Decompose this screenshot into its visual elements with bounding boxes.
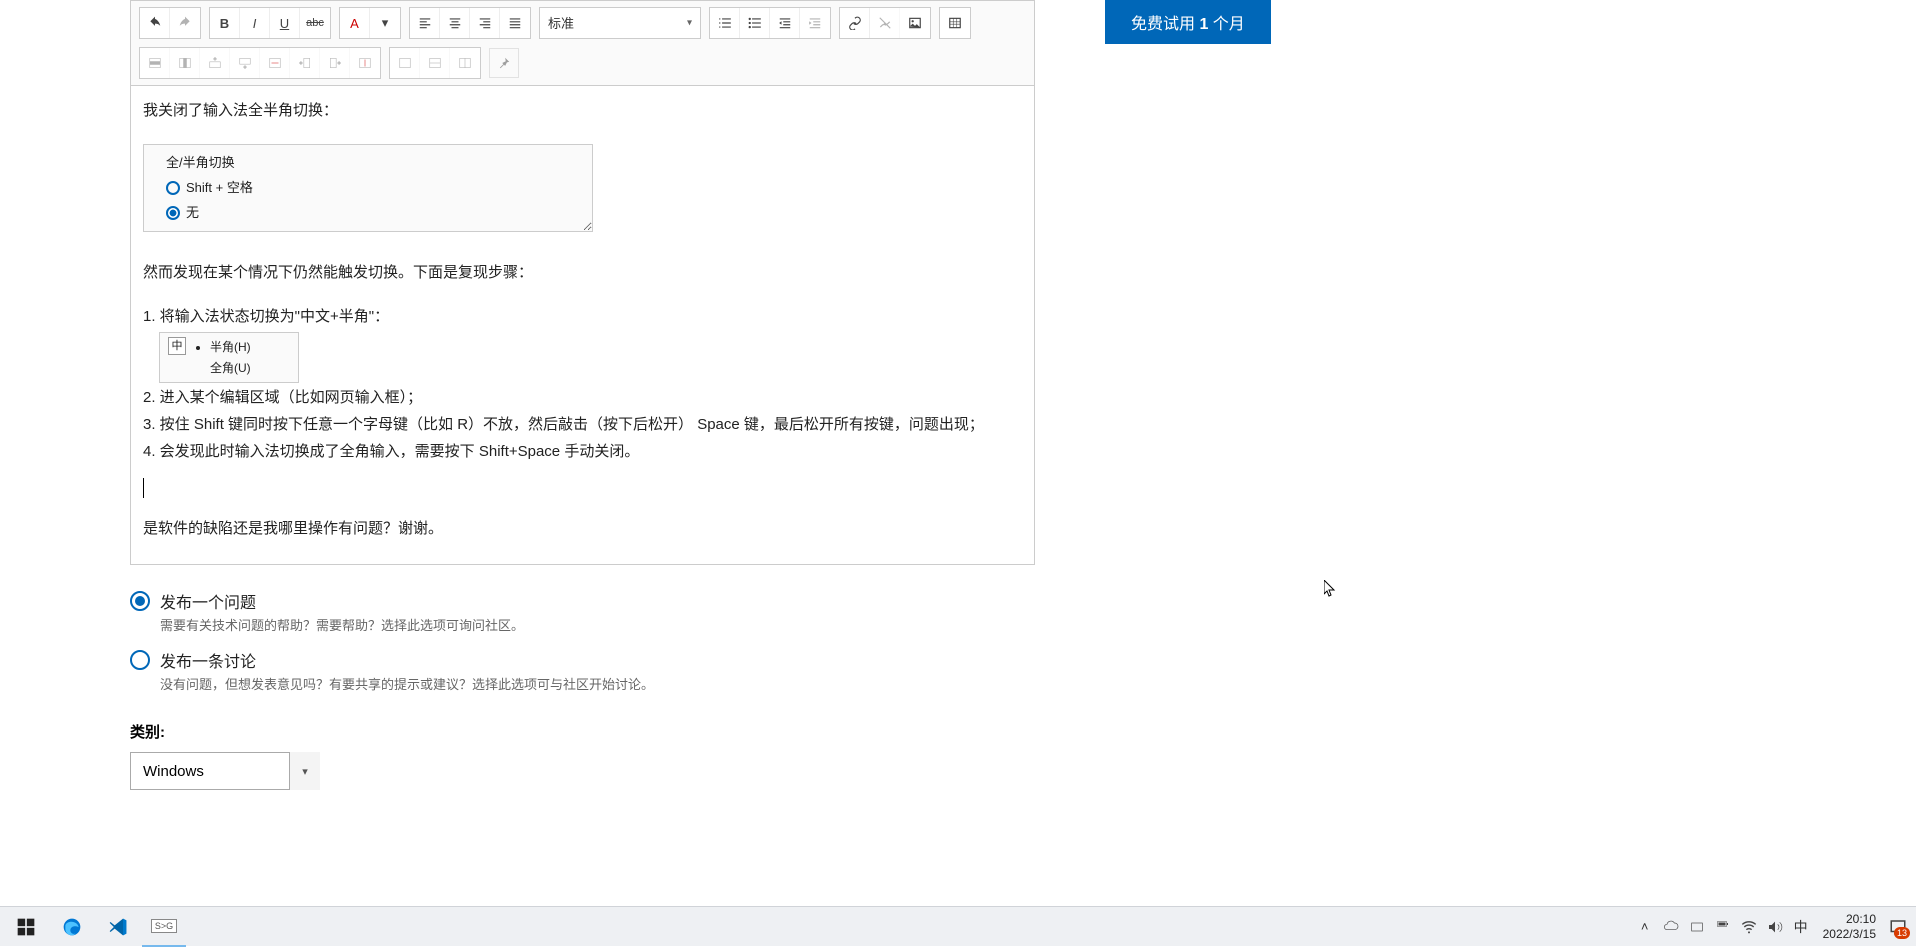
text-line: 1. 将输入法状态切换为"中文+半角"：: [143, 305, 1022, 329]
radio-unchecked-icon: [166, 181, 180, 195]
post-discussion-title: 发布一条讨论: [160, 648, 654, 672]
table-button[interactable]: [940, 8, 970, 38]
text-color-button[interactable]: A: [340, 8, 370, 38]
align-right-button[interactable]: [470, 8, 500, 38]
category-select-wrap[interactable]: Windows: [130, 752, 320, 790]
outdent-button[interactable]: [770, 8, 800, 38]
notification-center-icon[interactable]: 13: [1888, 917, 1908, 937]
editor-toolbar: B I U abc A ▾ 标准: [130, 0, 1035, 85]
wifi-icon[interactable]: [1739, 917, 1759, 937]
table-col-button[interactable]: [170, 48, 200, 78]
edge-browser-icon[interactable]: [50, 907, 94, 947]
ime-indicator[interactable]: 中: [1791, 917, 1811, 937]
delete-row-button[interactable]: [260, 48, 290, 78]
post-question-title: 发布一个问题: [160, 589, 524, 613]
italic-button[interactable]: I: [240, 8, 270, 38]
tray-overflow-icon[interactable]: ˄: [1635, 917, 1655, 937]
category-select[interactable]: Windows: [130, 752, 320, 790]
category-label: 类别:: [130, 721, 1035, 742]
unlink-button[interactable]: [870, 8, 900, 38]
post-type-section: 发布一个问题 需要有关技术问题的帮助？需要帮助？选择此选项可询问社区。 发布一条…: [130, 589, 1035, 693]
free-trial-button[interactable]: 免费试用 1 个月: [1105, 0, 1271, 44]
img-title: 全/半角切换: [166, 153, 580, 174]
table-row-button[interactable]: [140, 48, 170, 78]
pin-button[interactable]: [489, 48, 519, 78]
windows-taskbar: S>G ˄ 中 20:10 2022/3/15 13: [0, 906, 1916, 946]
onedrive-icon[interactable]: [1661, 917, 1681, 937]
link-button[interactable]: [840, 8, 870, 38]
underline-button[interactable]: U: [270, 8, 300, 38]
post-discussion-desc: 没有问题，但想发表意见吗？有要共享的提示或建议？选择此选项可与社区开始讨论。: [160, 674, 654, 693]
text-line: 我关闭了输入法全半角切换：: [143, 99, 1022, 123]
bold-button[interactable]: B: [210, 8, 240, 38]
vscode-icon[interactable]: [96, 907, 140, 947]
radio-checked-icon: [166, 206, 180, 220]
start-button[interactable]: [4, 907, 48, 947]
taskbar-clock[interactable]: 20:10 2022/3/15: [1817, 912, 1882, 941]
numbered-list-button[interactable]: [710, 8, 740, 38]
insert-col-after-button[interactable]: [320, 48, 350, 78]
embedded-image-ime-menu: 中 半角(H) 全角(U): [159, 332, 299, 383]
post-discussion-radio[interactable]: [130, 650, 150, 670]
merge-cells-button[interactable]: [390, 48, 420, 78]
ime-indicator-icon: 中: [168, 337, 186, 355]
undo-button[interactable]: [140, 8, 170, 38]
volume-icon[interactable]: [1765, 917, 1785, 937]
split-cell-h-button[interactable]: [420, 48, 450, 78]
text-line: 3. 按住 Shift 键同时按下任意一个字母键（比如 R）不放，然后敲击（按下…: [143, 413, 1022, 437]
security-icon[interactable]: [1687, 917, 1707, 937]
image-button[interactable]: [900, 8, 930, 38]
align-justify-button[interactable]: [500, 8, 530, 38]
insert-row-after-button[interactable]: [230, 48, 260, 78]
screentogif-icon[interactable]: S>G: [142, 907, 186, 947]
insert-col-before-button[interactable]: [290, 48, 320, 78]
redo-button[interactable]: [170, 8, 200, 38]
text-line: 然而发现在某个情况下仍然能触发切换。下面是复现步骤：: [143, 261, 1022, 285]
split-cell-v-button[interactable]: [450, 48, 480, 78]
format-select[interactable]: 标准: [540, 8, 700, 38]
text-line: 2. 进入某个编辑区域（比如网页输入框）；: [143, 386, 1022, 410]
align-center-button[interactable]: [440, 8, 470, 38]
delete-col-button[interactable]: [350, 48, 380, 78]
align-left-button[interactable]: [410, 8, 440, 38]
embedded-image-ime-settings: 全/半角切换 Shift + 空格 无: [143, 144, 593, 232]
post-question-radio[interactable]: [130, 591, 150, 611]
post-question-desc: 需要有关技术问题的帮助？需要帮助？选择此选项可询问社区。: [160, 615, 524, 634]
bullet-list-button[interactable]: [740, 8, 770, 38]
text-cursor: [143, 478, 1022, 498]
insert-row-before-button[interactable]: [200, 48, 230, 78]
indent-button[interactable]: [800, 8, 830, 38]
text-color-dropdown[interactable]: ▾: [370, 8, 400, 38]
text-line: 是软件的缺陷还是我哪里操作有问题？谢谢。: [143, 517, 1022, 541]
editor-content[interactable]: 我关闭了输入法全半角切换： 全/半角切换 Shift + 空格 无 然而发现在某…: [130, 85, 1035, 565]
battery-icon[interactable]: [1713, 917, 1733, 937]
strikethrough-button[interactable]: abc: [300, 8, 330, 38]
text-line: 4. 会发现此时输入法切换成了全角输入，需要按下 Shift+Space 手动关…: [143, 440, 1022, 464]
mouse-cursor-icon: [1324, 580, 1336, 598]
format-select-wrap[interactable]: 标准: [539, 7, 701, 39]
